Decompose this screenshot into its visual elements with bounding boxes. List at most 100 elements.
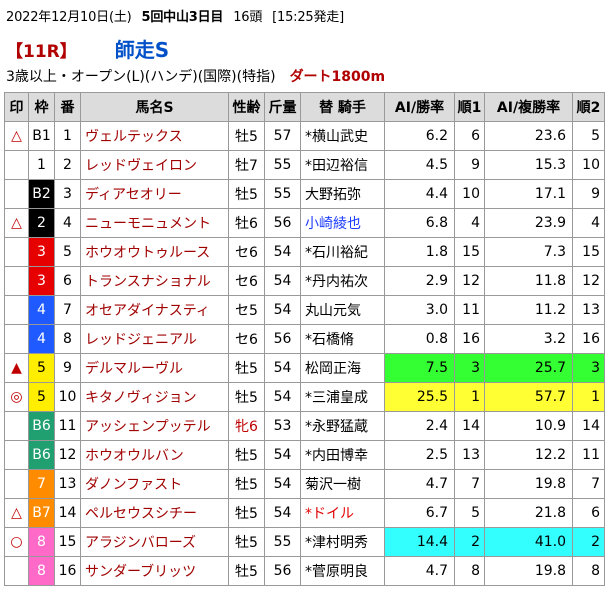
table-row: B6 12 ホウオウルバン 牡5 54 *内田博幸 2.5 13 12.2 11 [4,440,605,470]
header-mark: 印 [4,92,29,122]
sex-age-cell: 牡5 [228,353,265,383]
rank1-cell: 10 [454,179,485,209]
weight-cell: 56 [264,324,301,354]
header-weight: 斤量 [264,92,301,122]
ai-place-rate-cell: 11.2 [484,295,573,325]
rank1-cell: 12 [454,266,485,296]
rank1-cell: 14 [454,411,485,441]
sex-age-cell: セ5 [228,295,265,325]
horse-number-cell: 4 [54,208,81,238]
horse-number-cell: 14 [54,498,81,528]
ai-win-rate-cell: 7.5 [384,353,455,383]
horse-name-cell: キタノヴィジョン [80,382,229,412]
jockey-cell: *田辺裕信 [300,150,385,180]
table-row: ▲ 5 9 デルマルーヴル 牡5 54 松岡正海 7.5 3 25.7 3 [4,353,605,383]
sex-age-cell: セ6 [228,237,265,267]
horse-number-cell: 12 [54,440,81,470]
table-row: 3 5 ホウオウトゥルース セ6 54 *石川裕紀 1.8 15 7.3 15 [4,237,605,267]
horse-name-cell: ペルセウスシチー [80,498,229,528]
sex-age-cell: 牡5 [228,179,265,209]
sex-age-cell: 牡5 [228,440,265,470]
mark-cell [4,295,29,325]
horse-number-cell: 10 [54,382,81,412]
horse-name-cell: アッシェンプッテル [80,411,229,441]
weight-cell: 54 [264,382,301,412]
rank2-cell: 6 [572,498,605,528]
sex-age-cell: 牡6 [228,208,265,238]
rank1-cell: 16 [454,324,485,354]
post-time: [15:25発走] [272,10,344,25]
race-conditions-line: 3歳以上・オープン(L)(ハンデ)(国際)(特指) ダート1800m [6,66,385,86]
jockey-cell: *丹内祐次 [300,266,385,296]
race-name: 師走S [114,38,170,62]
weight-cell: 57 [264,121,301,151]
jockey-cell: 大野拓弥 [300,179,385,209]
ai-place-rate-cell: 21.8 [484,498,573,528]
jockey-cell: 松岡正海 [300,353,385,383]
horse-name-cell: ニューモニュメント [80,208,229,238]
horse-number-cell: 1 [54,121,81,151]
mark-cell [4,411,29,441]
horse-name-cell: アラジンバローズ [80,527,229,557]
jockey-cell: 菊沢一樹 [300,469,385,499]
jockey-cell: *横山武史 [300,121,385,151]
ai-win-rate-cell: 2.5 [384,440,455,470]
table-row: △ 2 4 ニューモニュメント 牡6 56 小崎綾也 6.8 4 23.9 4 [4,208,605,238]
mark-cell: ◎ [4,382,29,412]
waku-cell: 3 [28,266,55,296]
sex-age-cell: セ6 [228,324,265,354]
jockey-cell: *三浦皇成 [300,382,385,412]
weight-cell: 56 [264,208,301,238]
ai-place-rate-cell: 19.8 [484,469,573,499]
waku-cell: B1 [28,121,55,151]
horse-name-cell: トランスナショナル [80,266,229,296]
horse-number-cell: 8 [54,324,81,354]
ai-win-rate-cell: 3.0 [384,295,455,325]
jockey-cell: 小崎綾也 [300,208,385,238]
sex-age-cell: 牡5 [228,469,265,499]
waku-cell: 7 [28,469,55,499]
table-row: 8 16 サンダーブリッツ 牡5 56 *菅原明良 4.7 8 19.8 8 [4,556,605,586]
horse-number-cell: 6 [54,266,81,296]
ai-place-rate-cell: 11.8 [484,266,573,296]
jockey-cell: *永野猛蔵 [300,411,385,441]
table-row: B6 11 アッシェンプッテル 牝6 53 *永野猛蔵 2.4 14 10.9 14 [4,411,605,441]
jockey-cell: *石川裕紀 [300,237,385,267]
rank1-cell: 7 [454,469,485,499]
waku-cell: 4 [28,324,55,354]
horse-number-cell: 15 [54,527,81,557]
mark-cell: △ [4,498,29,528]
ai-place-rate-cell: 23.6 [484,121,573,151]
horse-number-cell: 2 [54,150,81,180]
horse-number-cell: 16 [54,556,81,586]
rank1-cell: 1 [454,382,485,412]
mark-cell [4,440,29,470]
horse-number-cell: 3 [54,179,81,209]
header-ai-win-rate: AI/勝率 [384,92,455,122]
table-row: 7 13 ダノンファスト 牡5 54 菊沢一樹 4.7 7 19.8 7 [4,469,605,499]
waku-cell: B6 [28,411,55,441]
race-title-line: 【11R】 師走S [6,34,169,63]
rank1-cell: 6 [454,121,485,151]
sex-age-cell: セ6 [228,266,265,296]
header-sex-age: 性齢 [228,92,265,122]
sex-age-cell: 牡5 [228,382,265,412]
horse-name-cell: オセアダイナスティ [80,295,229,325]
ai-place-rate-cell: 3.2 [484,324,573,354]
horse-name-cell: ヴェルテックス [80,121,229,151]
ai-place-rate-cell: 41.0 [484,527,573,557]
weight-cell: 54 [264,295,301,325]
horse-name-cell: デルマルーヴル [80,353,229,383]
ai-win-rate-cell: 25.5 [384,382,455,412]
header-ai-place-rate: AI/複勝率 [484,92,573,122]
ai-place-rate-cell: 25.7 [484,353,573,383]
table-row: △ B1 1 ヴェルテックス 牡5 57 *横山武史 6.2 6 23.6 5 [4,121,605,151]
waku-cell: 5 [28,382,55,412]
sex-age-cell: 牝6 [228,411,265,441]
ai-place-rate-cell: 10.9 [484,411,573,441]
race-number: 【11R】 [6,42,77,62]
table-row: ◎ 5 10 キタノヴィジョン 牡5 54 *三浦皇成 25.5 1 57.7 1 [4,382,605,412]
ai-win-rate-cell: 4.4 [384,179,455,209]
mark-cell [4,179,29,209]
waku-cell: B7 [28,498,55,528]
